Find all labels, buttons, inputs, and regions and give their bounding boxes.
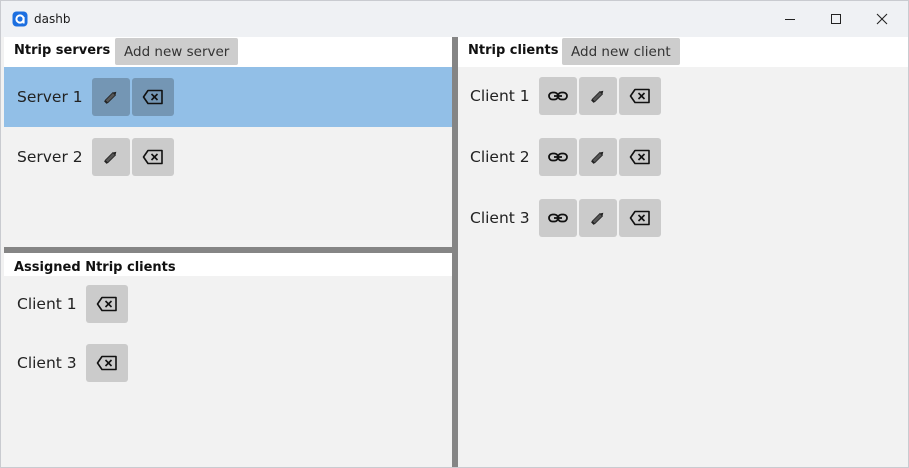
- backspace-x-icon: [142, 89, 163, 105]
- delete-client-button[interactable]: [618, 77, 661, 115]
- chain-link-icon: [547, 91, 568, 101]
- pencil-icon: [103, 151, 116, 164]
- app-window: dashb Ntrip servers Add new server Serve…: [0, 0, 909, 468]
- add-server-button[interactable]: Add new server: [115, 38, 239, 65]
- backspace-x-icon: [629, 149, 650, 165]
- assigned-client-row[interactable]: Client 1: [4, 274, 452, 334]
- assigned-client-label: Client 1: [17, 295, 77, 313]
- assigned-panel: Assigned Ntrip clients Client 1 Client 3: [4, 253, 452, 467]
- app-logo-icon: [12, 11, 28, 27]
- link-client-button[interactable]: [538, 138, 577, 176]
- pencil-icon: [590, 212, 603, 225]
- clients-panel: Ntrip clients Add new client Client 1 Cl…: [458, 37, 908, 467]
- assigned-client-label: Client 3: [17, 354, 77, 372]
- pencil-icon: [103, 91, 116, 104]
- assigned-client-row[interactable]: Client 3: [4, 333, 452, 393]
- close-icon: [876, 13, 888, 25]
- backspace-x-icon: [142, 149, 163, 165]
- delete-client-button[interactable]: [618, 138, 661, 176]
- client-label: Client 3: [470, 209, 530, 227]
- maximize-button[interactable]: [813, 1, 859, 37]
- server-label: Server 2: [17, 148, 83, 166]
- client-row[interactable]: Client 3: [458, 188, 908, 248]
- backspace-x-icon: [629, 88, 650, 104]
- backspace-x-icon: [629, 210, 650, 226]
- client-label: Client 1: [470, 87, 530, 105]
- link-client-button[interactable]: [538, 77, 577, 115]
- pencil-icon: [590, 151, 603, 164]
- maximize-icon: [831, 14, 841, 24]
- title-bar: dashb: [1, 1, 908, 37]
- assigned-title: Assigned Ntrip clients: [14, 260, 176, 275]
- unassign-client-button[interactable]: [85, 285, 128, 323]
- chain-link-icon: [547, 213, 568, 223]
- backspace-x-icon: [96, 355, 117, 371]
- pencil-icon: [590, 90, 603, 103]
- clients-title: Ntrip clients: [468, 43, 559, 58]
- servers-panel: Ntrip servers Add new server Server 1 Se…: [4, 37, 452, 247]
- backspace-x-icon: [96, 296, 117, 312]
- client-row[interactable]: Client 1: [458, 66, 908, 126]
- edit-client-button[interactable]: [578, 138, 617, 176]
- server-row[interactable]: Server 1: [4, 67, 452, 127]
- edit-server-button[interactable]: [91, 78, 130, 116]
- add-client-button[interactable]: Add new client: [562, 38, 680, 65]
- minimize-button[interactable]: [767, 1, 813, 37]
- unassign-client-button[interactable]: [85, 344, 128, 382]
- close-button[interactable]: [859, 1, 905, 37]
- clients-header: Ntrip clients Add new client: [458, 37, 908, 67]
- servers-title: Ntrip servers: [14, 43, 111, 58]
- link-client-button[interactable]: [538, 199, 577, 237]
- server-row[interactable]: Server 2: [4, 127, 452, 187]
- server-label: Server 1: [17, 88, 83, 106]
- edit-client-button[interactable]: [578, 199, 617, 237]
- minimize-icon: [785, 19, 795, 20]
- assigned-header: Assigned Ntrip clients: [4, 253, 452, 276]
- delete-server-button[interactable]: [131, 78, 174, 116]
- window-title: dashb: [34, 12, 71, 26]
- client-label: Client 2: [470, 148, 530, 166]
- client-row[interactable]: Client 2: [458, 127, 908, 187]
- delete-server-button[interactable]: [131, 138, 174, 176]
- chain-link-icon: [547, 152, 568, 162]
- servers-header: Ntrip servers Add new server: [4, 37, 452, 67]
- edit-client-button[interactable]: [578, 77, 617, 115]
- delete-client-button[interactable]: [618, 199, 661, 237]
- edit-server-button[interactable]: [91, 138, 130, 176]
